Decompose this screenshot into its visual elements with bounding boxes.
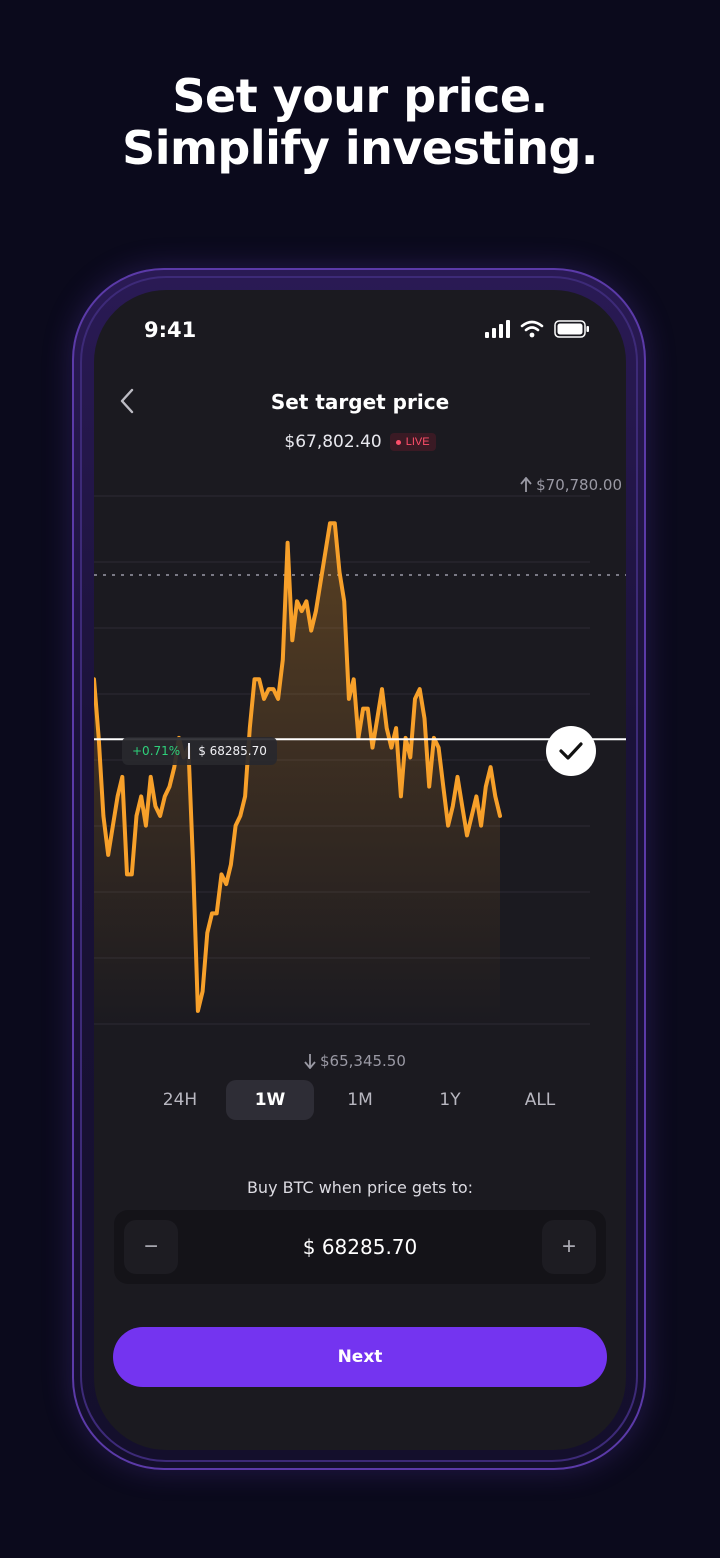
live-dot-icon [395, 439, 401, 445]
target-value: $ 68285.70 [198, 744, 267, 758]
tab-1y[interactable]: 1Y [406, 1080, 494, 1120]
chart-min-label: $65,345.50 [304, 1052, 406, 1070]
current-price: $67,802.40 [284, 432, 382, 452]
arrow-up-icon [520, 477, 532, 492]
current-price-row: $67,802.40 LIVE [94, 432, 626, 452]
next-button[interactable]: Next [113, 1327, 607, 1387]
status-icons [484, 320, 590, 338]
promo-headline: Set your price. Simplify investing. [0, 70, 720, 174]
price-area-fill [94, 523, 500, 1026]
target-change: +0.71% [132, 744, 181, 758]
max-value: $70,780.00 [536, 476, 622, 494]
buy-prompt: Buy BTC when price gets to: [246, 1178, 474, 1197]
tab-1w[interactable]: 1W [226, 1080, 314, 1120]
live-label: LIVE [405, 436, 430, 448]
price-stepper: − $ 68285.70 + [114, 1210, 606, 1284]
price-chart[interactable] [94, 470, 626, 1070]
decrement-button[interactable]: − [124, 1220, 178, 1274]
arrow-down-icon [304, 1054, 316, 1069]
headline-line-2: Simplify investing. [122, 121, 598, 175]
tab-all[interactable]: ALL [496, 1080, 584, 1120]
min-value: $65,345.50 [320, 1052, 406, 1070]
wifi-icon [520, 320, 544, 338]
battery-icon [554, 320, 589, 338]
target-divider [188, 743, 191, 759]
tab-1m[interactable]: 1M [316, 1080, 404, 1120]
chart-max-label: $70,780.00 [520, 476, 622, 494]
target-price-input[interactable]: $ 68285.70 [184, 1210, 536, 1284]
status-time: 9:41 [144, 318, 197, 342]
tab-24h[interactable]: 24H [136, 1080, 224, 1120]
signal-icon [485, 320, 510, 338]
checkmark-icon [559, 742, 583, 760]
increment-button[interactable]: + [542, 1220, 596, 1274]
confirm-target-button[interactable] [546, 726, 596, 776]
live-badge: LIVE [389, 433, 436, 451]
target-tag: +0.71% $ 68285.70 [122, 737, 277, 765]
page-title: Set target price [270, 390, 450, 414]
phone-screen: 9:41 Set target price $67,802.40 LIVE $7… [94, 290, 626, 1450]
range-tabs: 24H 1W 1M 1Y ALL [136, 1080, 584, 1120]
headline-line-1: Set your price. [172, 69, 548, 123]
